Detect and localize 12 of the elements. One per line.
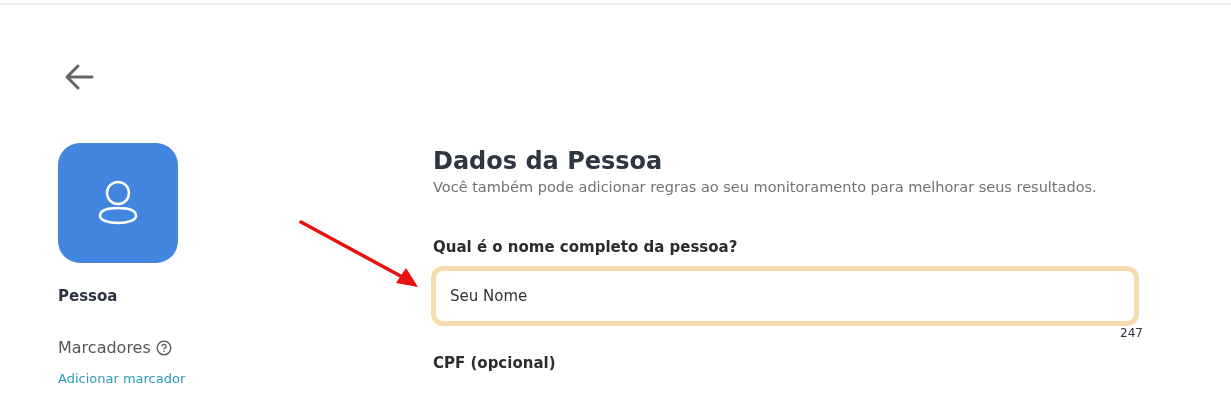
tags-label: Marcadores: [58, 338, 151, 357]
name-input-field[interactable]: Seu Nome: [431, 266, 1139, 326]
form-title: Dados da Pessoa: [433, 147, 664, 175]
back-arrow-icon: [64, 62, 96, 92]
form-subtitle: Você também pode adicionar regras ao seu monitoramento para melhorar seus resultados.: [433, 179, 1098, 195]
field-label: CPF (opcional): [433, 354, 557, 372]
person-icon: [96, 180, 140, 226]
character-counter: 247: [1120, 326, 1143, 340]
help-icon[interactable]: [155, 339, 172, 356]
sidebar-title: Pessoa: [58, 287, 118, 305]
back-button[interactable]: [64, 62, 96, 92]
field-label: Qual é o nome completo da pessoa?: [433, 238, 739, 256]
